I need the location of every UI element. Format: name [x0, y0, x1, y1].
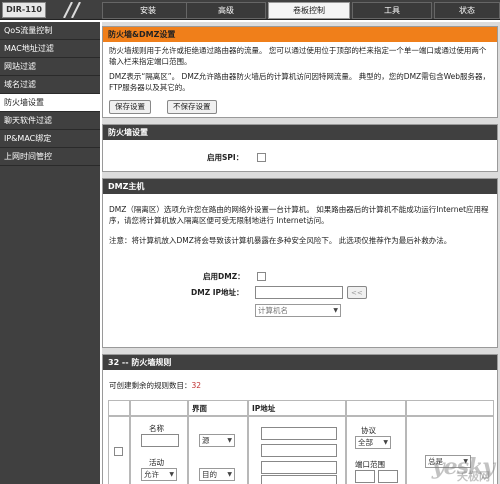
- chevron-down-icon: ▼: [227, 437, 232, 444]
- firewall-settings-title: 防火墙设置: [103, 125, 497, 140]
- table-header-cell: [346, 400, 406, 416]
- dont-save-settings-button[interactable]: 不保存设置: [167, 100, 217, 114]
- sidebar: QoS流量控制 MAC地址过滤 网站过滤 域名过滤 防火墙设置 聊天软件过滤 I…: [0, 22, 100, 484]
- dmz-ip-label: DMZ IP地址：: [191, 288, 244, 297]
- dmz-host-desc: DMZ（隔离区）选项允许您在路由的网络外设置一台计算机。 如果路由器后的计算机不…: [109, 205, 489, 225]
- chevron-down-icon: ▼: [383, 439, 388, 446]
- save-settings-button[interactable]: 保存设置: [109, 100, 151, 114]
- firewall-rules-title: 32 -- 防火墙规则: [103, 355, 497, 370]
- sidebar-item-qos[interactable]: QoS流量控制: [0, 22, 100, 40]
- col-interface-label: 界面: [192, 404, 207, 413]
- watermark-sub: 天极网: [457, 470, 490, 483]
- sidebar-item-ip-mac-binding[interactable]: IP&MAC绑定: [0, 130, 100, 148]
- firewall-dmz-title: 防火墙&DMZ设置: [103, 27, 497, 42]
- rule-dest-ip-start-input[interactable]: [261, 461, 337, 474]
- spi-label: 启用SPI：: [207, 153, 244, 162]
- dmz-copy-button[interactable]: <<: [347, 286, 367, 299]
- rule-dest-interface-select[interactable]: 目的 ▼: [199, 468, 235, 481]
- rule-port-end-input[interactable]: [378, 470, 398, 483]
- dmz-enable-label: 启用DMZ：: [203, 272, 245, 281]
- table-header-cell: [108, 400, 130, 416]
- rule-port-start-input[interactable]: [355, 470, 375, 483]
- rules-remaining-value: 32: [191, 381, 202, 390]
- tab-maintenance[interactable]: 卷板控制: [268, 2, 350, 19]
- rule-protocol-value: 全部: [358, 438, 373, 447]
- rule-action-value: 允许: [144, 470, 159, 479]
- tab-tools[interactable]: 工具: [352, 2, 432, 19]
- rule-source-interface-select[interactable]: 源 ▼: [199, 434, 235, 447]
- dmz-note: 注意：将计算机放入DMZ将会导致该计算机暴露在多种安全风险下。 此选项仅推荐作为…: [109, 236, 452, 245]
- rule-source-ip-end-input[interactable]: [261, 444, 337, 457]
- sidebar-item-firewall[interactable]: 防火墙设置: [0, 94, 100, 112]
- dmz-computer-select-value: 计算机名: [258, 306, 288, 315]
- rules-remaining: 可创建剩余的规则数目：32: [109, 380, 201, 391]
- table-row-select-cell: [108, 416, 130, 484]
- firewall-desc: 防火墙规则用于允许或拒绝通过路由器的流量。 您可以通过使用位于顶部的栏来指定一个…: [109, 46, 487, 66]
- rule-action-label: 活动: [149, 458, 164, 467]
- rule-enable-checkbox[interactable]: [114, 447, 123, 456]
- firewall-settings-panel: 防火墙设置 启用SPI：: [102, 124, 498, 172]
- tab-advanced[interactable]: 高级: [186, 2, 266, 19]
- table-row-name-cell: 名称 活动 允许 ▼: [130, 416, 188, 484]
- rule-dest-value: 目的: [202, 470, 217, 479]
- rule-action-select[interactable]: 允许 ▼: [141, 468, 177, 481]
- chevron-down-icon: ▼: [169, 471, 174, 478]
- sidebar-item-im-filter[interactable]: 聊天软件过滤: [0, 112, 100, 130]
- dmz-computer-select[interactable]: 计算机名 ▼: [255, 304, 341, 317]
- firewall-dmz-panel: 防火墙&DMZ设置 防火墙规则用于允许或拒绝通过路由器的流量。 您可以通过使用位…: [102, 26, 498, 118]
- rule-source-ip-start-input[interactable]: [261, 427, 337, 440]
- dmz-enable-checkbox[interactable]: [257, 272, 266, 281]
- sidebar-item-website-filter[interactable]: 网站过滤: [0, 58, 100, 76]
- spi-checkbox[interactable]: [257, 153, 266, 162]
- dmz-ip-input[interactable]: [255, 286, 343, 299]
- top-nav-bar: DIR-110 安装 高级 卷板控制 工具 状态: [0, 0, 500, 20]
- rules-remaining-label: 可创建剩余的规则数目：: [109, 381, 192, 390]
- tab-status[interactable]: 状态: [434, 2, 500, 19]
- rule-name-label: 名称: [149, 424, 164, 433]
- rule-name-input[interactable]: [141, 434, 179, 447]
- dmz-host-panel: DMZ主机 DMZ（隔离区）选项允许您在路由的网络外设置一台计算机。 如果路由器…: [102, 178, 498, 348]
- table-row-ip-cell: [248, 416, 346, 484]
- table-header-interface: 界面: [188, 400, 248, 416]
- table-header-ip: IP地址: [248, 400, 346, 416]
- rule-port-range-label: 端口范围: [355, 460, 385, 469]
- rule-dest-ip-end-input[interactable]: [261, 475, 337, 484]
- table-header-cell: [406, 400, 494, 416]
- sidebar-item-domain-filter[interactable]: 域名过滤: [0, 76, 100, 94]
- rule-protocol-label: 协议: [361, 426, 376, 435]
- brand-logo: DIR-110: [2, 2, 46, 18]
- chevron-down-icon: ▼: [333, 307, 338, 314]
- sidebar-item-access-schedule[interactable]: 上网时间管控: [0, 148, 100, 166]
- tab-setup[interactable]: 安装: [102, 2, 194, 19]
- rule-source-value: 源: [202, 436, 210, 445]
- rule-protocol-select[interactable]: 全部 ▼: [355, 436, 391, 449]
- sidebar-item-mac-filter[interactable]: MAC地址过滤: [0, 40, 100, 58]
- table-header-cell: [130, 400, 188, 416]
- col-ip-label: IP地址: [252, 404, 276, 413]
- brand-slash-decoration: [63, 2, 81, 18]
- chevron-down-icon: ▼: [227, 471, 232, 478]
- dmz-host-title: DMZ主机: [103, 179, 497, 194]
- main-content: 防火墙&DMZ设置 防火墙规则用于允许或拒绝通过路由器的流量。 您可以通过使用位…: [102, 22, 500, 484]
- table-row-protocol-cell: 协议 全部 ▼ 端口范围: [346, 416, 406, 484]
- table-row-interface-cell: 源 ▼ 目的 ▼: [188, 416, 248, 484]
- dmz-desc: DMZ表示“隔离区”。 DMZ允许路由器防火墙后的计算机访问因特网流量。 典型的…: [109, 72, 491, 92]
